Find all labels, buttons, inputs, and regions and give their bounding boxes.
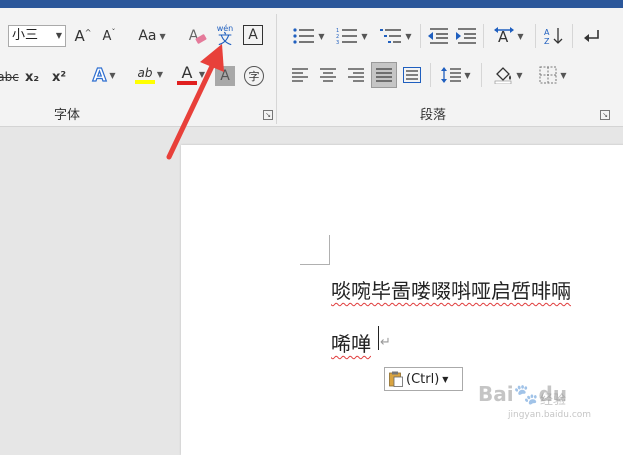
highlight-color-button[interactable]: ab ▼ [127, 64, 163, 86]
bullet-list-icon [293, 28, 315, 44]
divider [481, 63, 482, 87]
character-border-button[interactable]: A [243, 25, 263, 45]
grow-font-button[interactable]: A ^ [72, 25, 94, 47]
borders-button[interactable]: ▼ [533, 64, 573, 86]
shrink-font-button[interactable]: Aˇ [98, 25, 120, 47]
chevron-down-icon: ▼ [198, 70, 205, 79]
decrease-indent-icon [428, 28, 448, 44]
text-cursor [378, 326, 379, 350]
increase-indent-icon [456, 28, 476, 44]
paint-bucket-icon [495, 67, 512, 84]
text-direction-button[interactable]: A ▼ [490, 25, 528, 47]
chevron-down-icon: ▼ [464, 70, 471, 80]
align-right-button[interactable] [345, 64, 367, 86]
chevron-down-icon: ▼ [361, 31, 368, 41]
align-right-icon [348, 68, 364, 82]
paste-options-button[interactable]: (Ctrl) ▼ [384, 367, 463, 391]
phonetic-guide-button[interactable]: wén 文 [214, 22, 236, 50]
caret-up-icon: ^ [84, 27, 92, 37]
divider [572, 24, 573, 48]
bullets-button[interactable]: ▼ [289, 25, 329, 47]
ribbon: 小三 ▼ A ^ Aˇ Aa ▼ A wén 文 A abc x₂ x² A ▼ ab… [0, 8, 623, 127]
change-case-button[interactable]: Aa ▼ [133, 25, 171, 47]
superscript-button[interactable]: x² [48, 66, 70, 88]
clipboard-icon [389, 371, 403, 387]
watermark-sub: 经验 [540, 393, 567, 408]
distributed-button[interactable] [401, 64, 423, 86]
chevron-down-icon: ▼ [109, 70, 116, 80]
eraser-icon [195, 34, 207, 44]
divider [430, 63, 431, 87]
chevron-down-icon: ▼ [405, 31, 412, 41]
shading-button[interactable]: ▼ [488, 64, 528, 86]
chevron-down-icon: ▼ [159, 31, 166, 41]
line-spacing-button[interactable]: ▼ [436, 64, 476, 86]
return-arrow-icon [584, 30, 599, 42]
chevron-down-icon: ▼ [318, 31, 325, 41]
clear-formatting-button[interactable]: A [185, 25, 211, 47]
font-size-combo[interactable]: 小三 ▼ [8, 25, 66, 47]
paragraph-group-label: 段落 [420, 108, 447, 123]
align-left-icon [292, 68, 308, 82]
caret-down-icon: ˇ [111, 27, 116, 37]
chevron-down-icon: ▼ [560, 70, 567, 80]
numbered-list-icon: 123 [336, 28, 358, 44]
decrease-indent-button[interactable] [426, 25, 450, 47]
line-spacing-icon [441, 67, 462, 83]
increase-indent-button[interactable] [454, 25, 478, 47]
divider [483, 24, 484, 48]
show-formatting-marks-button[interactable] [580, 25, 604, 47]
justify-icon [376, 68, 392, 82]
svg-text:Z: Z [544, 37, 550, 45]
sort-button[interactable]: AZ [542, 25, 566, 47]
margin-corner-mark [300, 264, 330, 265]
chevron-down-icon: ▼ [156, 70, 163, 79]
multilevel-list-button[interactable]: ▼ [376, 25, 416, 47]
align-center-icon [320, 68, 336, 82]
divider [420, 24, 421, 48]
document-text-line-1[interactable]: 啖啘毕啚喽啜唞哑启啠啡啢 [331, 275, 571, 304]
paste-options-label: (Ctrl) [406, 371, 440, 387]
chevron-down-icon: ▼ [517, 31, 524, 41]
document-text-line-2[interactable]: 唏啴 [331, 328, 371, 357]
subscript-button[interactable]: x₂ [22, 66, 42, 88]
chevron-down-icon[interactable]: ▼ [442, 375, 448, 384]
margin-corner-mark [329, 235, 330, 265]
font-color-swatch [177, 81, 197, 85]
group-divider [276, 14, 277, 124]
strikethrough-button[interactable]: abc [0, 66, 19, 88]
divider [535, 24, 536, 48]
chevron-down-icon[interactable]: ▼ [56, 26, 62, 46]
distributed-align-icon [403, 67, 421, 83]
font-size-value: 小三 [12, 28, 39, 43]
borders-icon [539, 66, 557, 84]
numbering-button[interactable]: 1 2 3 ▼ [332, 25, 372, 47]
paragraph-mark-icon: ↵ [380, 335, 391, 350]
align-left-button[interactable] [289, 64, 311, 86]
align-center-button[interactable] [317, 64, 339, 86]
multilevel-list-icon [380, 29, 402, 43]
font-color-button[interactable]: A ▼ [169, 64, 205, 86]
sort-az-icon: AZ [544, 28, 563, 45]
highlight-color-swatch [135, 80, 155, 84]
justify-button[interactable] [371, 62, 397, 88]
font-group-label: 字体 [54, 108, 81, 123]
title-bar [0, 0, 623, 8]
text-effects-button[interactable]: A ▼ [86, 64, 122, 86]
character-shading-button[interactable]: A [215, 66, 235, 86]
watermark-url: jingyan.baidu.com [508, 410, 592, 420]
enclose-characters-button[interactable]: 字 [244, 66, 264, 86]
font-dialog-launcher-icon[interactable]: ↘ [263, 110, 273, 120]
text-direction-icon: A [494, 27, 515, 45]
svg-text:A: A [544, 28, 550, 37]
chevron-down-icon: ▼ [516, 70, 523, 80]
paragraph-dialog-launcher-icon[interactable]: ↘ [600, 110, 610, 120]
svg-text:3: 3 [336, 40, 339, 44]
